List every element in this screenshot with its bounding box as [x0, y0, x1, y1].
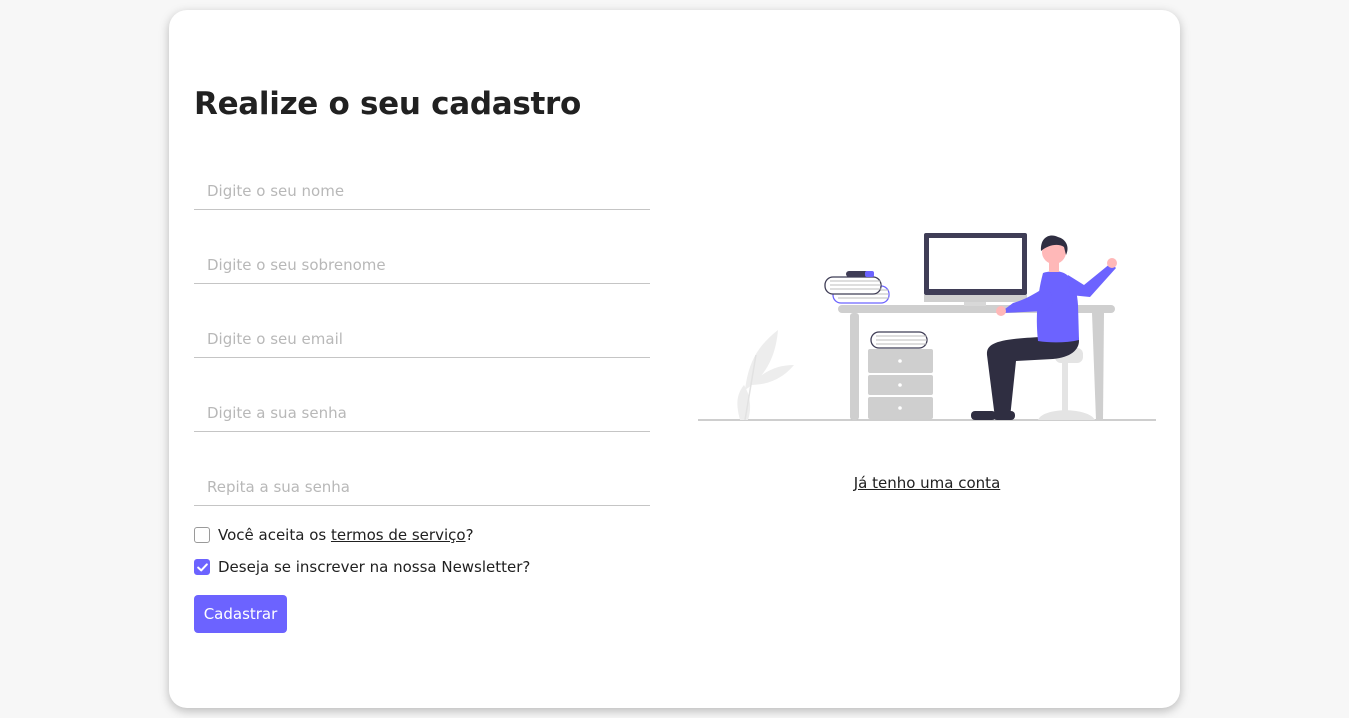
first-name-input[interactable] — [194, 158, 650, 210]
page-title: Realize o seu cadastro — [194, 86, 582, 122]
confirm-password-input[interactable] — [194, 454, 650, 506]
newsletter-checkbox[interactable] — [194, 559, 210, 575]
email-input[interactable] — [194, 306, 650, 358]
terms-label: Você aceita os termos de serviço? — [218, 526, 474, 544]
terms-link[interactable]: termos de serviço — [331, 526, 466, 544]
newsletter-label: Deseja se inscrever na nossa Newsletter? — [218, 558, 531, 576]
terms-suffix: ? — [465, 526, 474, 544]
terms-row: Você aceita os termos de serviço? — [194, 526, 474, 544]
password-input[interactable] — [194, 380, 650, 432]
last-name-input[interactable] — [194, 232, 650, 284]
terms-prefix: Você aceita os — [218, 526, 331, 544]
newsletter-row: Deseja se inscrever na nossa Newsletter? — [194, 558, 530, 576]
login-link[interactable]: Já tenho uma conta — [854, 474, 1001, 492]
check-icon — [196, 562, 208, 571]
login-link-wrapper: Já tenho uma conta — [698, 474, 1156, 492]
signup-card: Realize o seu cadastro Você aceita os te… — [169, 10, 1180, 708]
terms-checkbox[interactable] — [194, 527, 210, 543]
person-at-desk-illustration — [698, 233, 1156, 421]
submit-button[interactable]: Cadastrar — [194, 595, 287, 633]
